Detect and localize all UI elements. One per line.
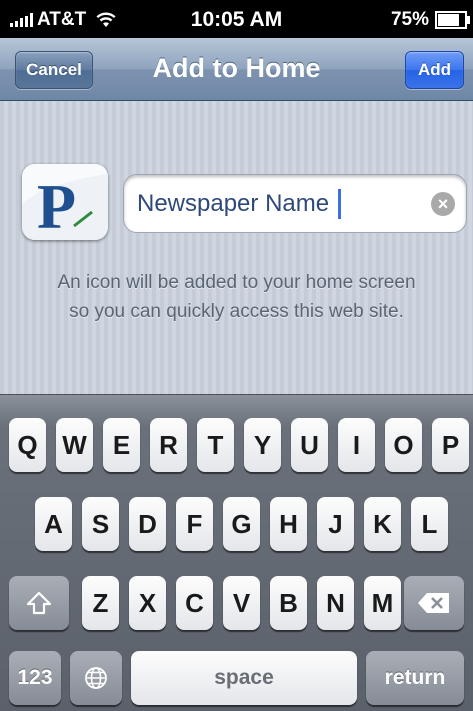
numbers-key[interactable]: 123 xyxy=(9,651,61,705)
info-line-2: so you can quickly access this web site. xyxy=(69,301,404,322)
key-w[interactable]: W xyxy=(56,418,93,472)
space-key[interactable]: space xyxy=(131,651,357,705)
key-l[interactable]: L xyxy=(411,497,448,551)
bookmark-name-field[interactable]: × xyxy=(123,174,467,233)
page-title: Add to Home xyxy=(152,53,321,83)
key-v[interactable]: V xyxy=(223,576,260,630)
newspaper-p-icon: P xyxy=(22,164,108,240)
globe-key[interactable] xyxy=(70,651,122,705)
battery-icon xyxy=(435,11,470,29)
add-button[interactable]: Add xyxy=(405,51,464,89)
key-r[interactable]: R xyxy=(150,418,187,472)
key-x[interactable]: X xyxy=(129,576,166,630)
key-e[interactable]: E xyxy=(103,418,140,472)
key-g[interactable]: G xyxy=(223,497,260,551)
key-d[interactable]: D xyxy=(129,497,166,551)
globe-icon xyxy=(85,667,107,690)
text-cursor xyxy=(338,189,341,219)
status-bar: AT&T 10:05 AM 75% xyxy=(0,0,473,38)
delete-key[interactable] xyxy=(404,576,464,630)
key-s[interactable]: S xyxy=(82,497,119,551)
key-u[interactable]: U xyxy=(291,418,328,472)
key-p[interactable]: P xyxy=(432,418,469,472)
key-z[interactable]: Z xyxy=(82,576,119,630)
key-o[interactable]: O xyxy=(385,418,422,472)
battery-percent: 75% xyxy=(390,9,429,30)
bookmark-icon-preview: P xyxy=(22,164,108,240)
key-f[interactable]: F xyxy=(176,497,213,551)
shift-icon xyxy=(26,592,52,615)
key-y[interactable]: Y xyxy=(244,418,281,472)
info-text: An icon will be added to your home scree… xyxy=(20,268,453,326)
name-input[interactable] xyxy=(137,175,417,232)
info-line-1: An icon will be added to your home scree… xyxy=(57,272,416,293)
key-a[interactable]: A xyxy=(35,497,72,551)
key-b[interactable]: B xyxy=(270,576,307,630)
key-q[interactable]: Q xyxy=(9,418,46,472)
key-j[interactable]: J xyxy=(317,497,354,551)
key-k[interactable]: K xyxy=(364,497,401,551)
content-area: P × An icon will be added to your home s… xyxy=(0,101,473,394)
battery-area: 75% xyxy=(390,9,470,31)
shift-key[interactable] xyxy=(9,576,69,630)
keyboard: Q W E R T Y U I O P A S D F G H J K L Z … xyxy=(0,394,473,711)
key-n[interactable]: N xyxy=(317,576,354,630)
clear-text-icon[interactable]: × xyxy=(431,192,455,216)
key-h[interactable]: H xyxy=(270,497,307,551)
key-t[interactable]: T xyxy=(197,418,234,472)
navigation-bar: Cancel Add to Home Add xyxy=(0,38,473,101)
return-key[interactable]: return xyxy=(366,651,464,705)
key-i[interactable]: I xyxy=(338,418,375,472)
key-m[interactable]: M xyxy=(364,576,401,630)
backspace-icon xyxy=(418,593,449,614)
svg-text:P: P xyxy=(37,171,76,240)
key-c[interactable]: C xyxy=(176,576,213,630)
